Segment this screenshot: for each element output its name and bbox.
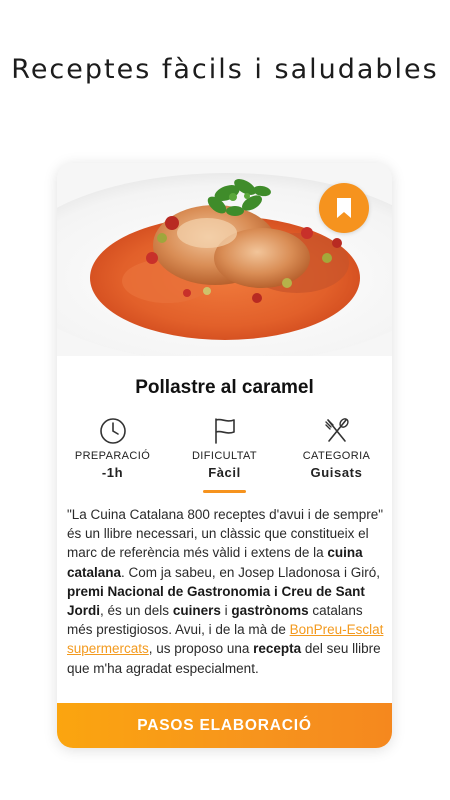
bookmark-icon xyxy=(337,198,351,218)
description-bold: cuiners xyxy=(172,603,221,619)
description-text: . Com ja sabeu, en Josep Lladonosa i Gir… xyxy=(121,564,380,580)
description-bold: recepta xyxy=(253,641,302,657)
description-text: i xyxy=(220,603,232,619)
bookmark-button[interactable] xyxy=(319,183,369,233)
meta-category-value: Guisats xyxy=(310,465,363,480)
meta-preparation-label: PREPARACIÓ xyxy=(74,450,151,462)
meta-difficulty-label: DIFICULTAT xyxy=(191,450,258,462)
page-headline: Receptes fàcils i saludables xyxy=(11,54,439,85)
recipe-title: Pollastre al caramel xyxy=(135,377,314,398)
recipe-photo xyxy=(57,163,392,356)
meta-difficulty-value: Fàcil xyxy=(208,465,241,480)
clock-icon xyxy=(99,418,126,444)
flag-icon xyxy=(214,418,235,444)
meta-category-label: CATEGORIA xyxy=(302,450,371,462)
active-tab-indicator xyxy=(203,490,246,493)
description-text: , és un dels xyxy=(100,603,173,619)
meta-preparation-value: -1h xyxy=(101,465,124,480)
recipe-card[interactable]: Pollastre al caramel PREPARACIÓ -1h DIFI… xyxy=(57,163,392,748)
meta-category: CATEGORIA Guisats xyxy=(281,417,392,480)
description-text: , us proposo una xyxy=(148,641,254,657)
description-bold: gastrònoms xyxy=(231,603,309,619)
meta-difficulty[interactable]: DIFICULTAT Fàcil xyxy=(169,417,280,480)
utensils-icon xyxy=(324,418,349,442)
steps-button[interactable]: PASOS ELABORACIÓ xyxy=(57,703,392,748)
recipe-meta: PREPARACIÓ -1h DIFICULTAT Fàcil CATEGORI… xyxy=(57,417,392,497)
recipe-description: "La Cuina Catalana 800 receptes d'avui i… xyxy=(67,505,387,678)
meta-preparation: PREPARACIÓ -1h xyxy=(57,417,168,480)
